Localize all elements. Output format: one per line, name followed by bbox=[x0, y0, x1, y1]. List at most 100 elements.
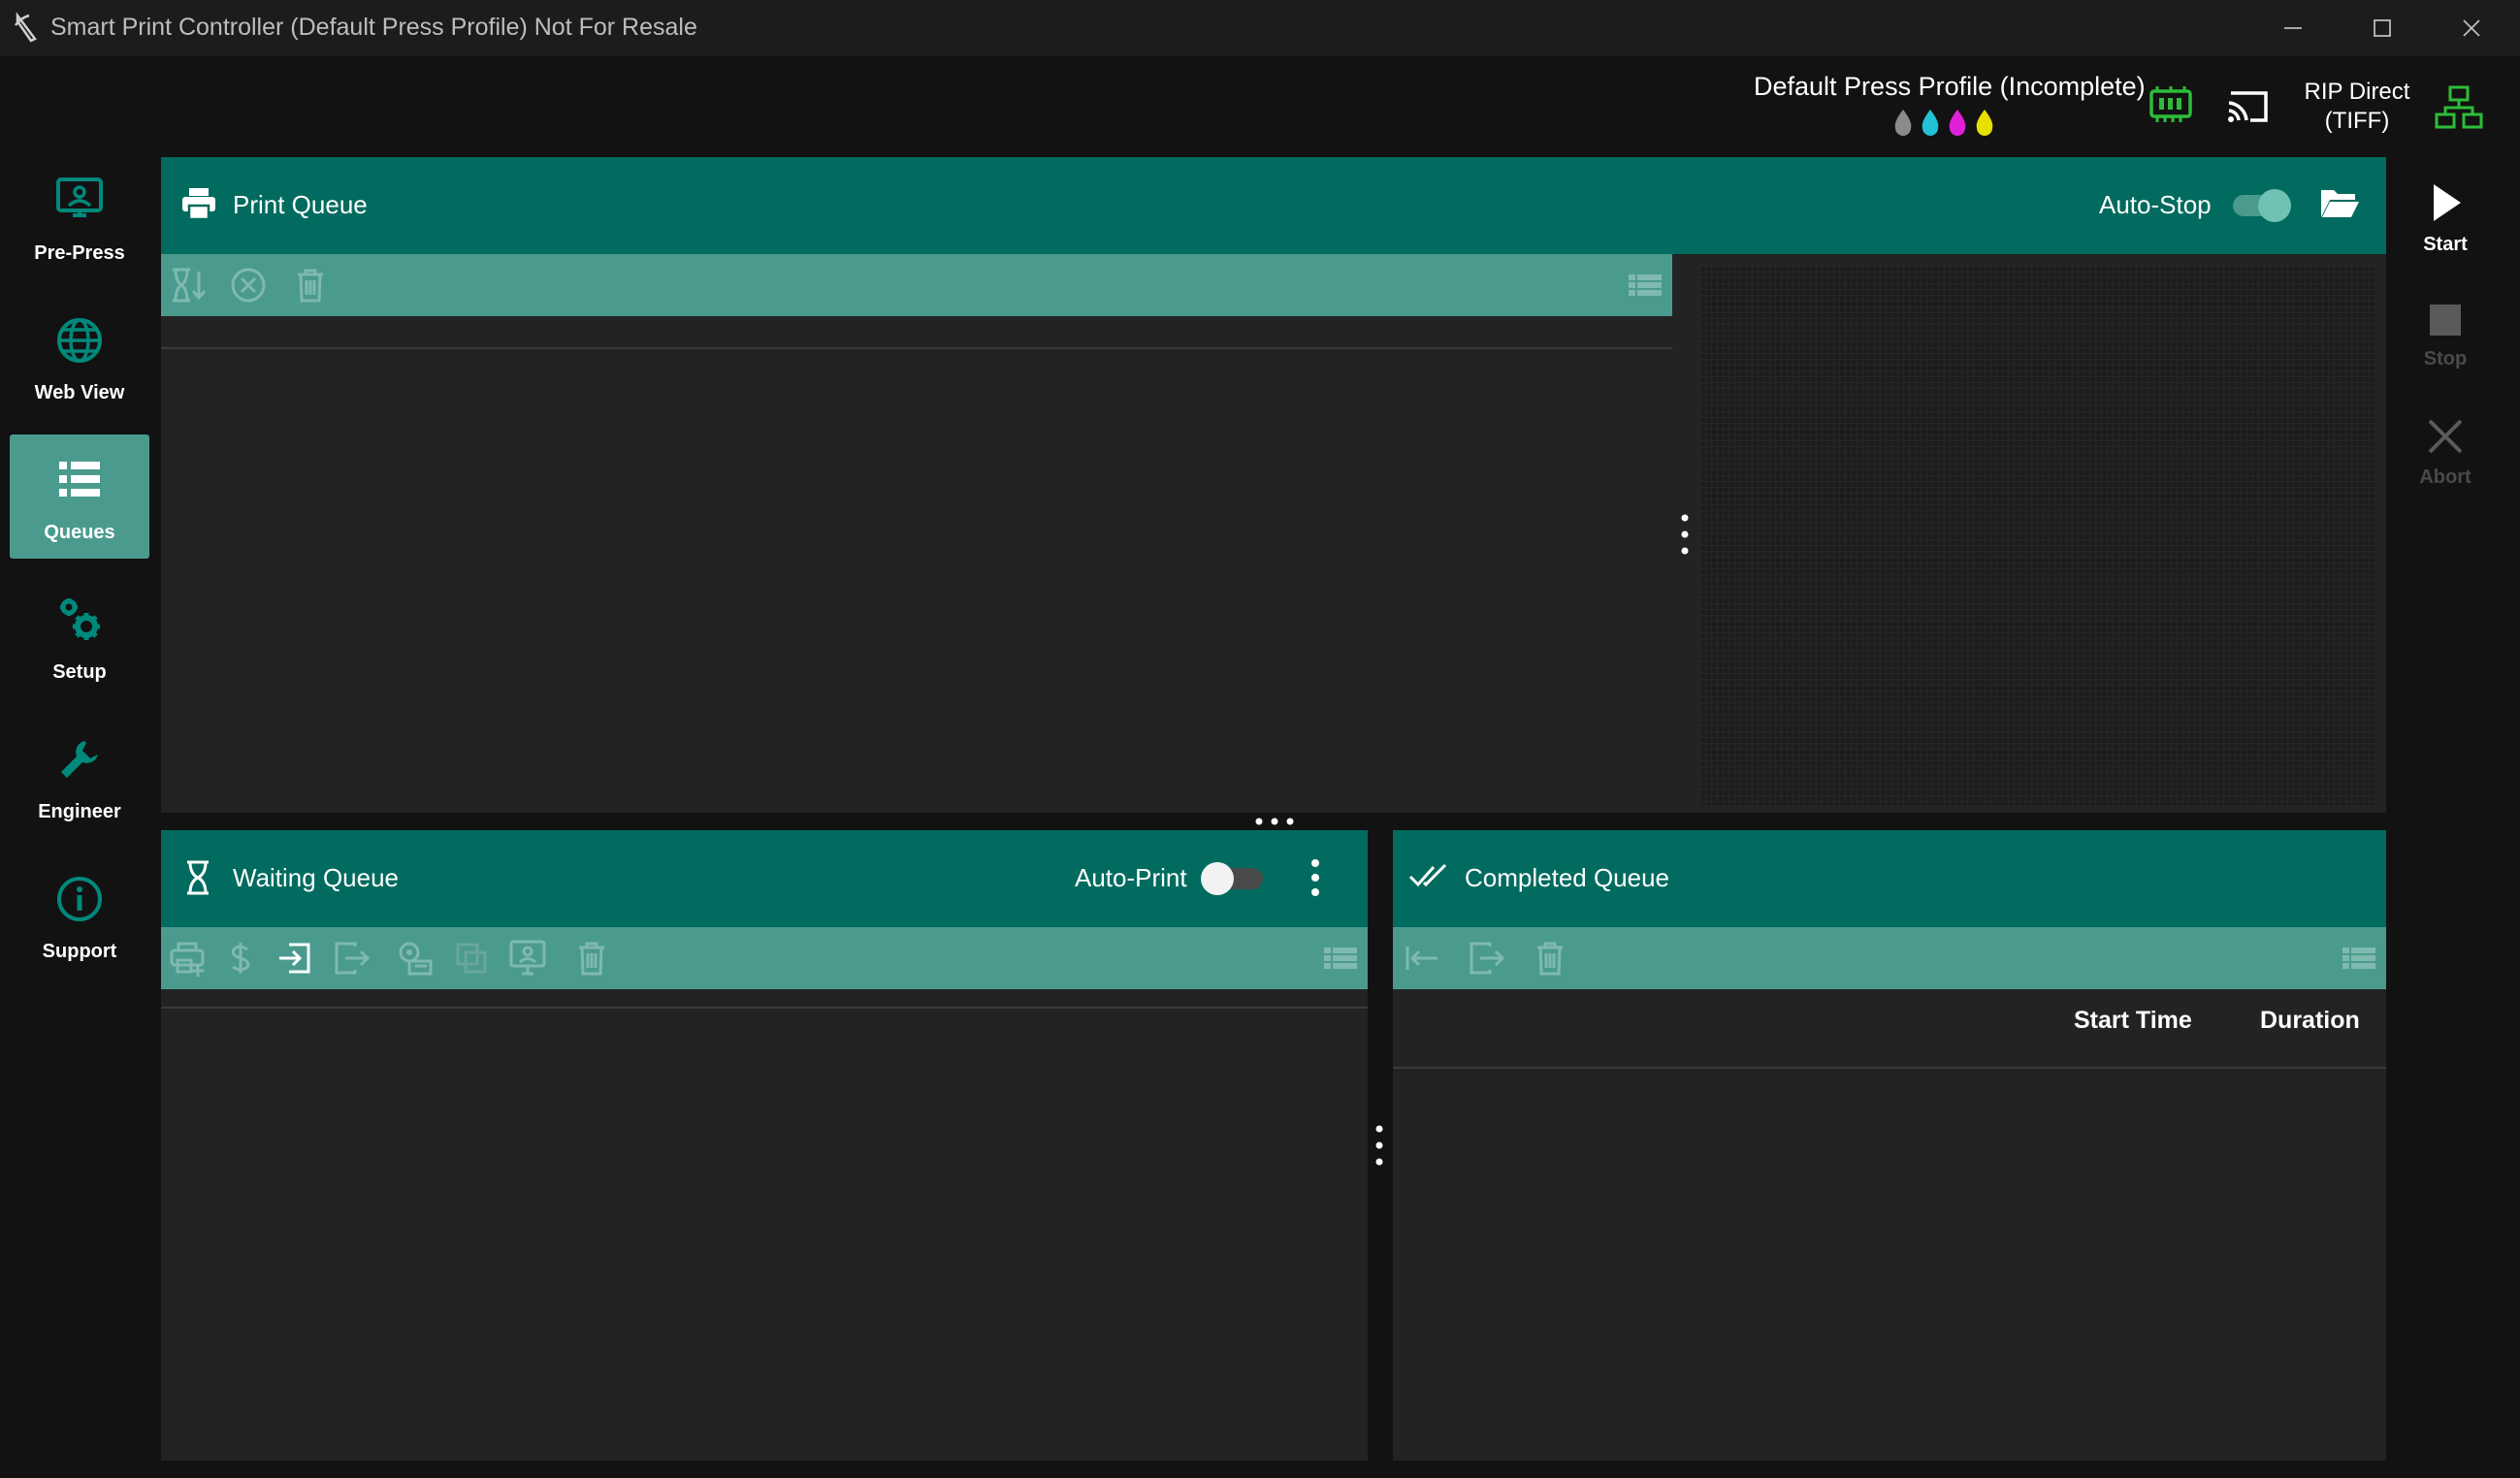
column-options-button[interactable] bbox=[1626, 266, 1664, 305]
waiting-queue-panel: Waiting Queue Auto-Print bbox=[161, 830, 1368, 1461]
waiting-queue-title: Waiting Queue bbox=[233, 863, 400, 892]
waiting-queue-header: Waiting Queue Auto-Print bbox=[161, 830, 1368, 927]
waiting-column-options-button[interactable] bbox=[1321, 939, 1360, 978]
ink-drop-icon bbox=[1894, 110, 1912, 136]
nav-web-view[interactable]: Web View bbox=[10, 295, 149, 419]
auto-stop-label: Auto-Stop bbox=[2099, 190, 2212, 219]
stop-label: Stop bbox=[2423, 348, 2468, 370]
arrow-left-bar-icon bbox=[1405, 947, 1438, 970]
printer-add-icon bbox=[170, 942, 205, 977]
nav-queues[interactable]: Queues bbox=[10, 434, 149, 559]
abort-label: Abort bbox=[2419, 466, 2472, 488]
print-queue-toolbar bbox=[161, 254, 1672, 316]
media-roll-icon bbox=[399, 942, 433, 976]
app-logo-icon bbox=[15, 12, 37, 43]
nav-label: Queues bbox=[44, 522, 115, 543]
costing-button[interactable] bbox=[221, 939, 260, 978]
nav-pre-press[interactable]: Pre-Press bbox=[10, 155, 149, 279]
cancel-circle-icon bbox=[231, 268, 266, 303]
print-queue-header: Print Queue Auto-Stop bbox=[161, 157, 2386, 254]
more-options-icon[interactable] bbox=[1309, 855, 1321, 900]
toggle-thumb bbox=[1201, 862, 1234, 895]
waiting-queue-toolbar bbox=[161, 927, 1368, 989]
add-to-print-button[interactable] bbox=[169, 939, 208, 978]
start-button[interactable]: Start bbox=[2406, 180, 2485, 256]
copy-icon bbox=[456, 943, 487, 974]
auto-print-label: Auto-Print bbox=[1075, 863, 1187, 892]
trash-icon bbox=[298, 269, 323, 303]
login-arrow-icon bbox=[279, 943, 310, 974]
export-completed-button[interactable] bbox=[1467, 939, 1505, 978]
bottom-splitter-handle[interactable] bbox=[1374, 1123, 1384, 1168]
gears-icon bbox=[60, 598, 100, 640]
completed-queue-list[interactable] bbox=[1393, 1069, 2386, 1461]
print-queue-panel: Print Queue Auto-Stop bbox=[161, 157, 2386, 813]
auto-stop-toggle[interactable] bbox=[2229, 186, 2293, 225]
vertical-splitter-handle[interactable] bbox=[1680, 512, 1690, 557]
completed-queue-toolbar bbox=[1393, 927, 2386, 989]
stop-icon bbox=[2430, 305, 2461, 336]
close-button[interactable] bbox=[2427, 0, 2516, 56]
press-profile-name[interactable]: Default Press Profile (Incomplete) bbox=[1754, 72, 2146, 102]
double-check-icon bbox=[1408, 863, 1447, 887]
play-icon bbox=[2434, 184, 2461, 221]
nav-engineer[interactable]: Engineer bbox=[10, 714, 149, 838]
delete-job-button[interactable] bbox=[291, 266, 330, 305]
move-to-waiting-button[interactable] bbox=[169, 266, 208, 305]
globe-icon bbox=[57, 318, 102, 363]
duplicate-job-button[interactable] bbox=[452, 939, 491, 978]
nav-setup[interactable]: Setup bbox=[10, 574, 149, 698]
list-view-icon bbox=[1629, 274, 1662, 296]
trash-icon bbox=[1537, 942, 1563, 976]
prepress-icon bbox=[56, 177, 103, 217]
queues-icon bbox=[59, 462, 100, 497]
completed-queue-header: Completed Queue bbox=[1393, 830, 2386, 927]
media-settings-button[interactable] bbox=[396, 939, 435, 978]
return-to-waiting-button[interactable] bbox=[1403, 939, 1441, 978]
abort-x-icon bbox=[2428, 419, 2463, 454]
hourglass-sort-icon bbox=[173, 268, 207, 303]
column-header-duration[interactable]: Duration bbox=[2260, 1007, 2360, 1035]
start-label: Start bbox=[2423, 234, 2468, 255]
completed-column-options-button[interactable] bbox=[2340, 939, 2378, 978]
nav-support[interactable]: Support bbox=[10, 853, 149, 978]
nav-label: Support bbox=[42, 941, 117, 962]
open-folder-icon[interactable] bbox=[2318, 184, 2361, 221]
cancel-job-button[interactable] bbox=[229, 266, 268, 305]
dollar-icon bbox=[231, 943, 250, 974]
horizontal-splitter-handle[interactable] bbox=[1253, 817, 1296, 826]
export-arrow-icon bbox=[1470, 942, 1505, 975]
memory-status-icon[interactable] bbox=[2148, 83, 2194, 128]
list-view-icon bbox=[2342, 948, 2375, 969]
nav-label: Setup bbox=[52, 661, 107, 683]
wrench-icon bbox=[61, 741, 98, 778]
auto-print-toggle[interactable] bbox=[1201, 859, 1265, 898]
job-preview-area bbox=[1699, 266, 2376, 805]
ink-drop-icon bbox=[1949, 110, 1966, 136]
minimize-button[interactable] bbox=[2248, 0, 2338, 56]
print-queue-list[interactable] bbox=[161, 349, 1672, 813]
print-queue-title: Print Queue bbox=[233, 190, 368, 219]
export-job-button[interactable] bbox=[332, 939, 371, 978]
minimize-icon bbox=[2284, 27, 2302, 29]
abort-button[interactable]: Abort bbox=[2406, 415, 2485, 489]
rip-mode-line2: (TIFF) bbox=[2324, 108, 2390, 134]
monitor-user-icon bbox=[509, 940, 546, 976]
stop-button[interactable]: Stop bbox=[2406, 301, 2485, 370]
maximize-icon bbox=[2374, 19, 2391, 37]
ink-levels bbox=[1894, 110, 1993, 136]
printer-icon bbox=[182, 188, 215, 221]
preflight-button[interactable] bbox=[508, 939, 547, 978]
toggle-thumb bbox=[2258, 189, 2291, 222]
cast-icon[interactable] bbox=[2225, 85, 2274, 128]
rip-mode-label[interactable]: RIP Direct (TIFF) bbox=[2289, 78, 2425, 136]
column-header-start-time[interactable]: Start Time bbox=[2074, 1007, 2192, 1035]
network-icon[interactable] bbox=[2433, 83, 2485, 132]
delete-waiting-job-button[interactable] bbox=[572, 939, 611, 978]
import-to-print-queue-button[interactable] bbox=[275, 939, 314, 978]
info-icon bbox=[57, 877, 102, 921]
delete-completed-button[interactable] bbox=[1531, 939, 1569, 978]
window-title: Smart Print Controller (Default Press Pr… bbox=[50, 14, 697, 41]
maximize-button[interactable] bbox=[2338, 0, 2427, 56]
waiting-queue-list[interactable] bbox=[161, 1009, 1368, 1461]
